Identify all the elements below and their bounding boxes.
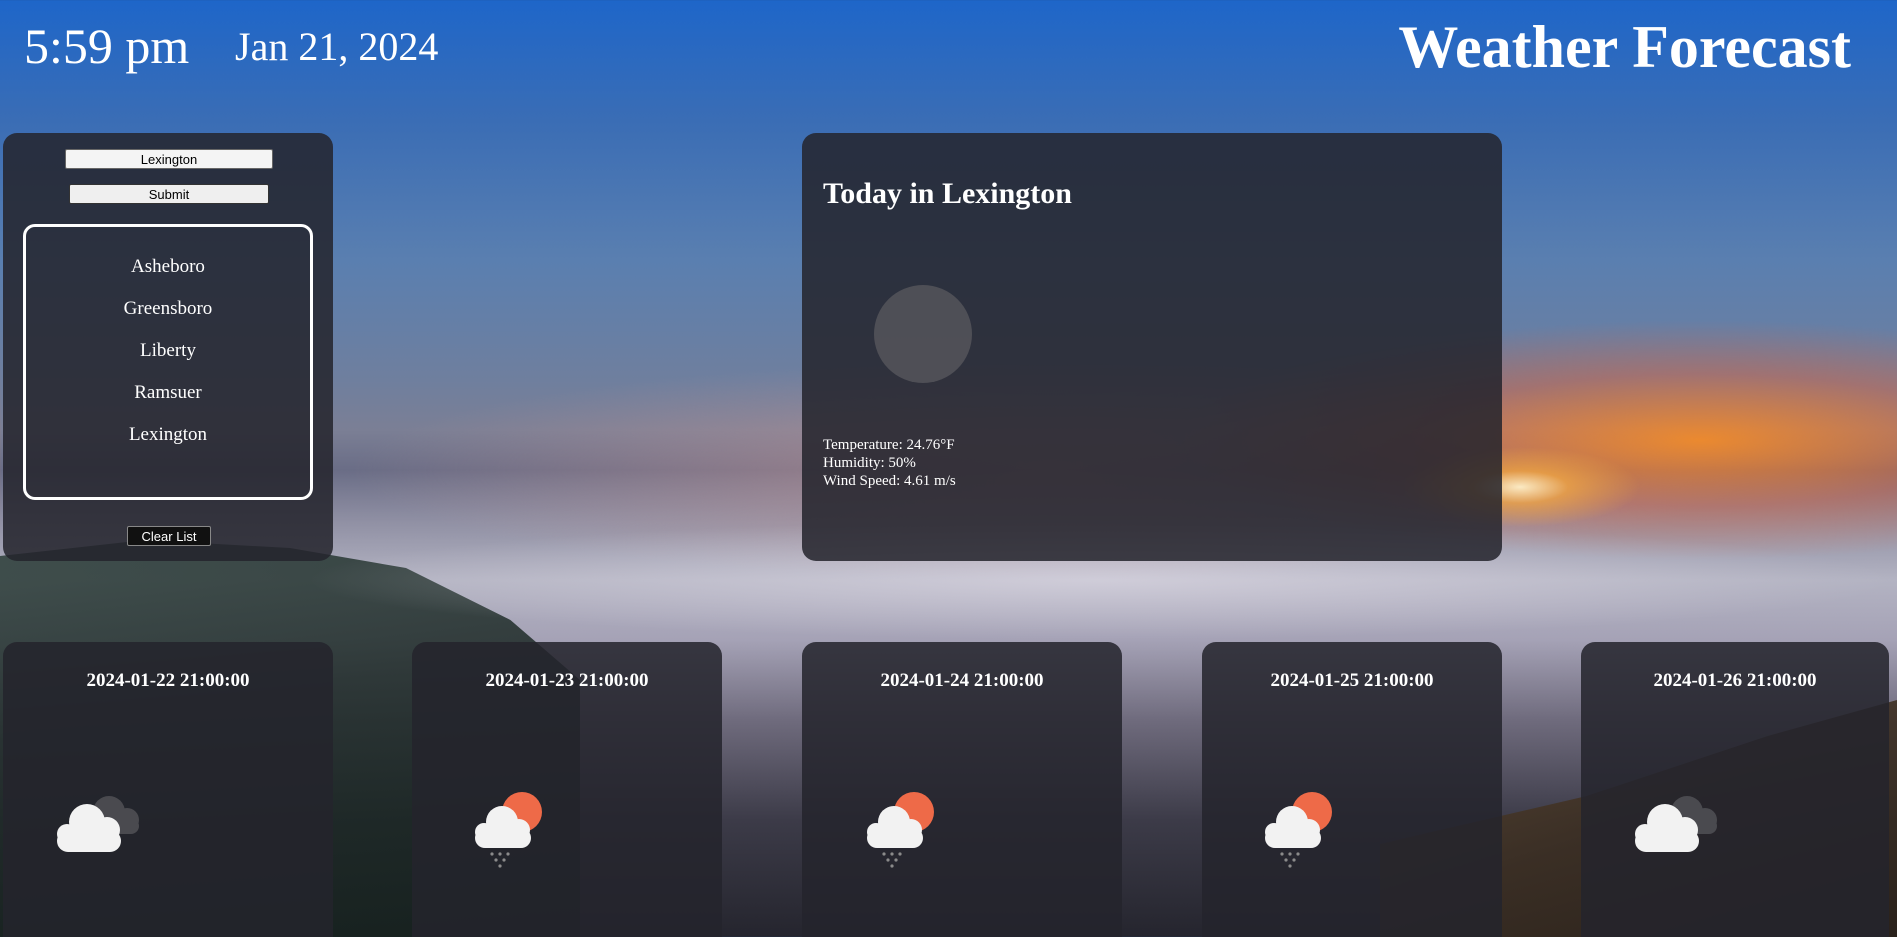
today-stats: Temperature: 24.76°F Humidity: 50% Wind … [823, 436, 956, 490]
history-item-lexington[interactable]: Lexington [26, 423, 310, 447]
today-panel: Today in Lexington Temperature: 24.76°F … [802, 133, 1502, 561]
placeholder-circle-icon [874, 285, 972, 383]
city-search-input[interactable] [65, 149, 273, 169]
rain-sun-cloud-icon [475, 792, 542, 868]
humidity-text: Humidity: 50% [823, 455, 916, 471]
search-history-list: Asheboro Greensboro Liberty Ramsuer Lexi… [23, 224, 313, 500]
rain-sun-cloud-icon [867, 792, 934, 868]
forecast-card: 2024-01-23 21:00:00 [412, 642, 722, 937]
wind-speed-text: Wind Speed: 4.61 m/s [823, 473, 956, 489]
today-title: Today in Lexington [823, 177, 1072, 210]
clear-list-button[interactable]: Clear List [127, 526, 211, 546]
header: 5:59 pm Jan 21, 2024 Weather Forecast [0, 0, 1897, 100]
current-date: Jan 21, 2024 [235, 24, 439, 69]
overcast-clouds-icon [57, 796, 139, 852]
forecast-date: 2024-01-24 21:00:00 [880, 670, 1044, 691]
forecast-card: 2024-01-25 21:00:00 [1202, 642, 1502, 937]
rain-sun-cloud-icon [1265, 792, 1332, 868]
history-item-greensboro[interactable]: Greensboro [26, 297, 310, 321]
forecast-card: 2024-01-26 21:00:00 [1581, 642, 1889, 937]
page-title: Weather Forecast [1398, 14, 1851, 80]
submit-button[interactable]: Submit [69, 184, 269, 204]
current-time: 5:59 pm [24, 18, 190, 74]
history-item-liberty[interactable]: Liberty [26, 339, 310, 363]
forecast-date: 2024-01-25 21:00:00 [1270, 670, 1434, 691]
search-panel: Submit Asheboro Greensboro Liberty Ramsu… [3, 133, 333, 561]
forecast-card: 2024-01-22 21:00:00 [3, 642, 333, 937]
history-item-ramsuer[interactable]: Ramsuer [26, 381, 310, 405]
history-item-asheboro[interactable]: Asheboro [26, 255, 310, 279]
overcast-clouds-icon [1635, 796, 1717, 852]
forecast-date: 2024-01-26 21:00:00 [1653, 670, 1817, 691]
forecast-date: 2024-01-22 21:00:00 [86, 670, 250, 691]
temperature-text: Temperature: 24.76°F [823, 437, 955, 453]
forecast-card: 2024-01-24 21:00:00 [802, 642, 1122, 937]
forecast-date: 2024-01-23 21:00:00 [485, 670, 649, 691]
